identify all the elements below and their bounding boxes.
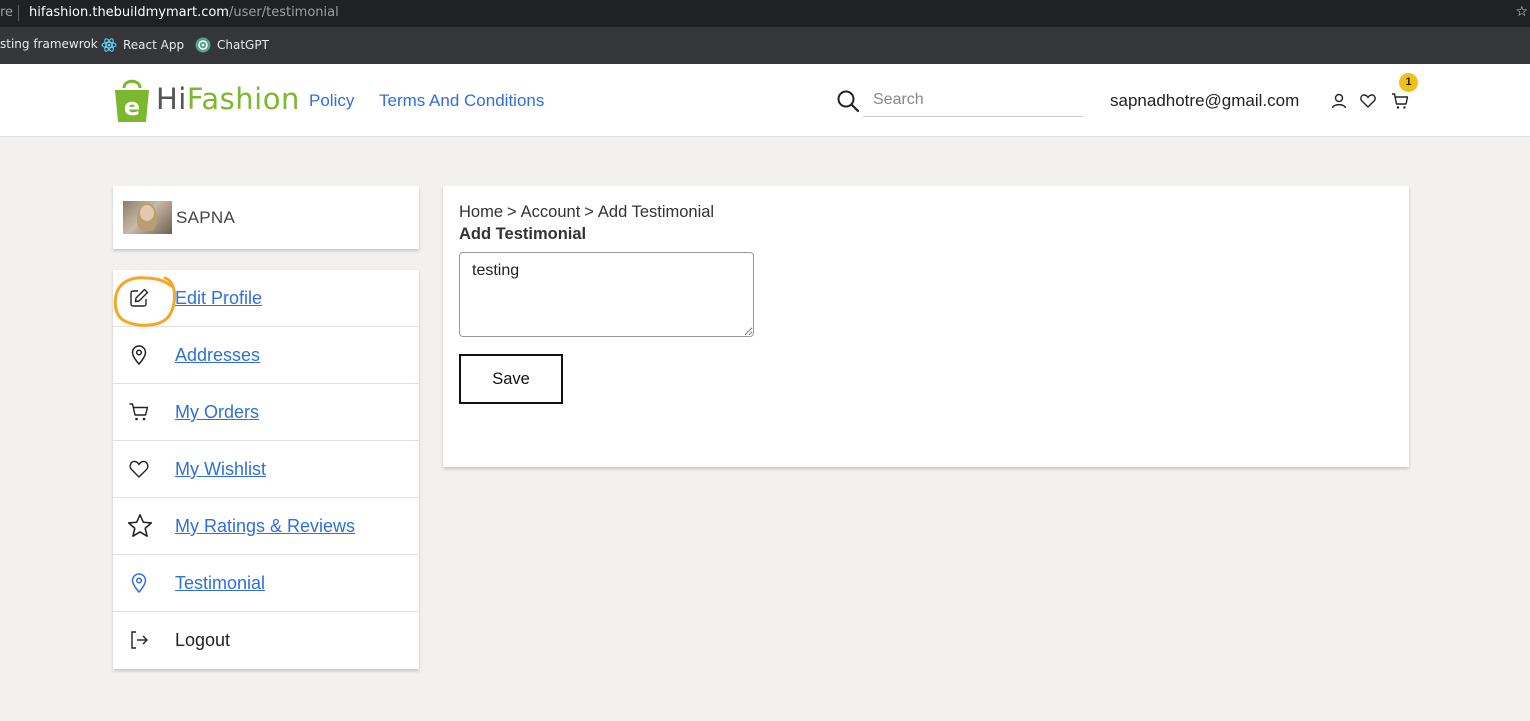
star-icon xyxy=(127,514,153,537)
logo-hi: Hi xyxy=(156,82,187,116)
cart-icon xyxy=(129,403,149,421)
cart-count-badge: 1 xyxy=(1399,73,1418,92)
bookmark-label: ChatGPT xyxy=(217,38,269,52)
address-bar-divider xyxy=(18,5,19,21)
sidebar-item-my-orders[interactable]: My Orders xyxy=(113,384,419,441)
nav-terms-link[interactable]: Terms And Conditions xyxy=(379,91,544,111)
bookmark-react-app[interactable]: React App xyxy=(101,37,184,53)
breadcrumb-separator: > xyxy=(584,203,594,221)
user-email[interactable]: sapnadhotre@gmail.com xyxy=(1110,91,1299,111)
sidebar-item-my-wishlist[interactable]: My Wishlist xyxy=(113,441,419,498)
breadcrumb-home[interactable]: Home xyxy=(459,203,503,221)
testimonial-textarea[interactable]: testing xyxy=(459,252,754,337)
cart-icon[interactable] xyxy=(1390,91,1410,111)
sidebar-item-logout[interactable]: Logout xyxy=(113,612,419,669)
react-icon xyxy=(101,38,117,52)
testimonial-panel: Home > Account > Add Testimonial Add Testimo… xyxy=(443,186,1409,467)
breadcrumb: Home > Account > Add Testimonial xyxy=(459,203,714,222)
bookmark-label: sting framewrok xyxy=(0,37,98,51)
breadcrumb-account[interactable]: Account xyxy=(521,203,581,221)
search-box xyxy=(836,84,1083,117)
browser-address-bar: re hifashion.thebuildmymart.com/user/tes… xyxy=(0,0,1530,27)
url-path: /user/testimonial xyxy=(228,5,339,20)
search-input[interactable] xyxy=(863,84,1083,117)
sidebar-item-addresses[interactable]: Addresses xyxy=(113,327,419,384)
shopping-bag-logo-icon: e xyxy=(115,79,149,122)
site-header: e HiFashion Policy Terms And Conditions … xyxy=(0,64,1530,137)
sidebar-item-label[interactable]: Edit Profile xyxy=(175,288,262,309)
bookmark-chatgpt[interactable]: ChatGPT xyxy=(195,37,269,53)
account-menu: Edit Profile Addresses My Orders My Wish… xyxy=(113,270,419,669)
url-field[interactable]: hifashion.thebuildmymart.com/user/testim… xyxy=(29,5,339,20)
breadcrumb-add-testimonial: Add Testimonial xyxy=(597,203,715,221)
sidebar-item-label[interactable]: Testimonial xyxy=(175,573,265,594)
location-pin-icon xyxy=(131,573,147,594)
logo-text: HiFashion xyxy=(156,82,300,116)
profile-card: SAPNA xyxy=(113,186,419,249)
sidebar-item-testimonial[interactable]: Testimonial xyxy=(113,555,419,612)
logout-icon xyxy=(131,631,148,649)
sidebar-item-my-ratings-reviews[interactable]: My Ratings & Reviews xyxy=(113,498,419,555)
svg-text:e: e xyxy=(124,93,140,121)
url-host: hifashion.thebuildmymart.com xyxy=(29,5,229,20)
sidebar-item-label[interactable]: Addresses xyxy=(175,345,260,366)
breadcrumb-separator: > xyxy=(507,203,517,221)
avatar xyxy=(123,201,172,234)
bookmark-star-icon[interactable]: ☆ xyxy=(1515,4,1528,20)
heart-icon xyxy=(129,460,149,478)
sidebar-item-label[interactable]: My Ratings & Reviews xyxy=(175,516,355,537)
save-button[interactable]: Save xyxy=(459,354,563,404)
profile-name: SAPNA xyxy=(176,208,236,227)
bookmark-label: React App xyxy=(123,38,185,52)
location-pin-icon xyxy=(131,345,147,366)
sidebar-item-label[interactable]: My Orders xyxy=(175,402,259,423)
search-icon[interactable] xyxy=(836,89,860,113)
sidebar-item-label[interactable]: My Wishlist xyxy=(175,459,266,480)
avatar-head xyxy=(140,205,154,221)
sidebar-item-label[interactable]: Logout xyxy=(175,630,230,651)
wishlist-heart-icon[interactable] xyxy=(1358,91,1378,111)
logo-fashion: Fashion xyxy=(186,82,300,116)
sidebar-item-edit-profile[interactable]: Edit Profile xyxy=(113,270,419,327)
chatgpt-icon xyxy=(195,37,211,53)
nav-policy-link[interactable]: Policy xyxy=(309,91,354,111)
address-bar-cut-text: re xyxy=(0,5,14,20)
page-title: Add Testimonial xyxy=(459,225,587,243)
bookmarks-bar: sting framewrok React App ChatGPT xyxy=(0,27,1530,64)
bookmark-testing-framework[interactable]: sting framewrok xyxy=(0,37,98,51)
user-icon[interactable] xyxy=(1329,91,1349,111)
hifashion-logo[interactable]: e HiFashion xyxy=(112,74,300,124)
edit-icon xyxy=(130,288,149,307)
